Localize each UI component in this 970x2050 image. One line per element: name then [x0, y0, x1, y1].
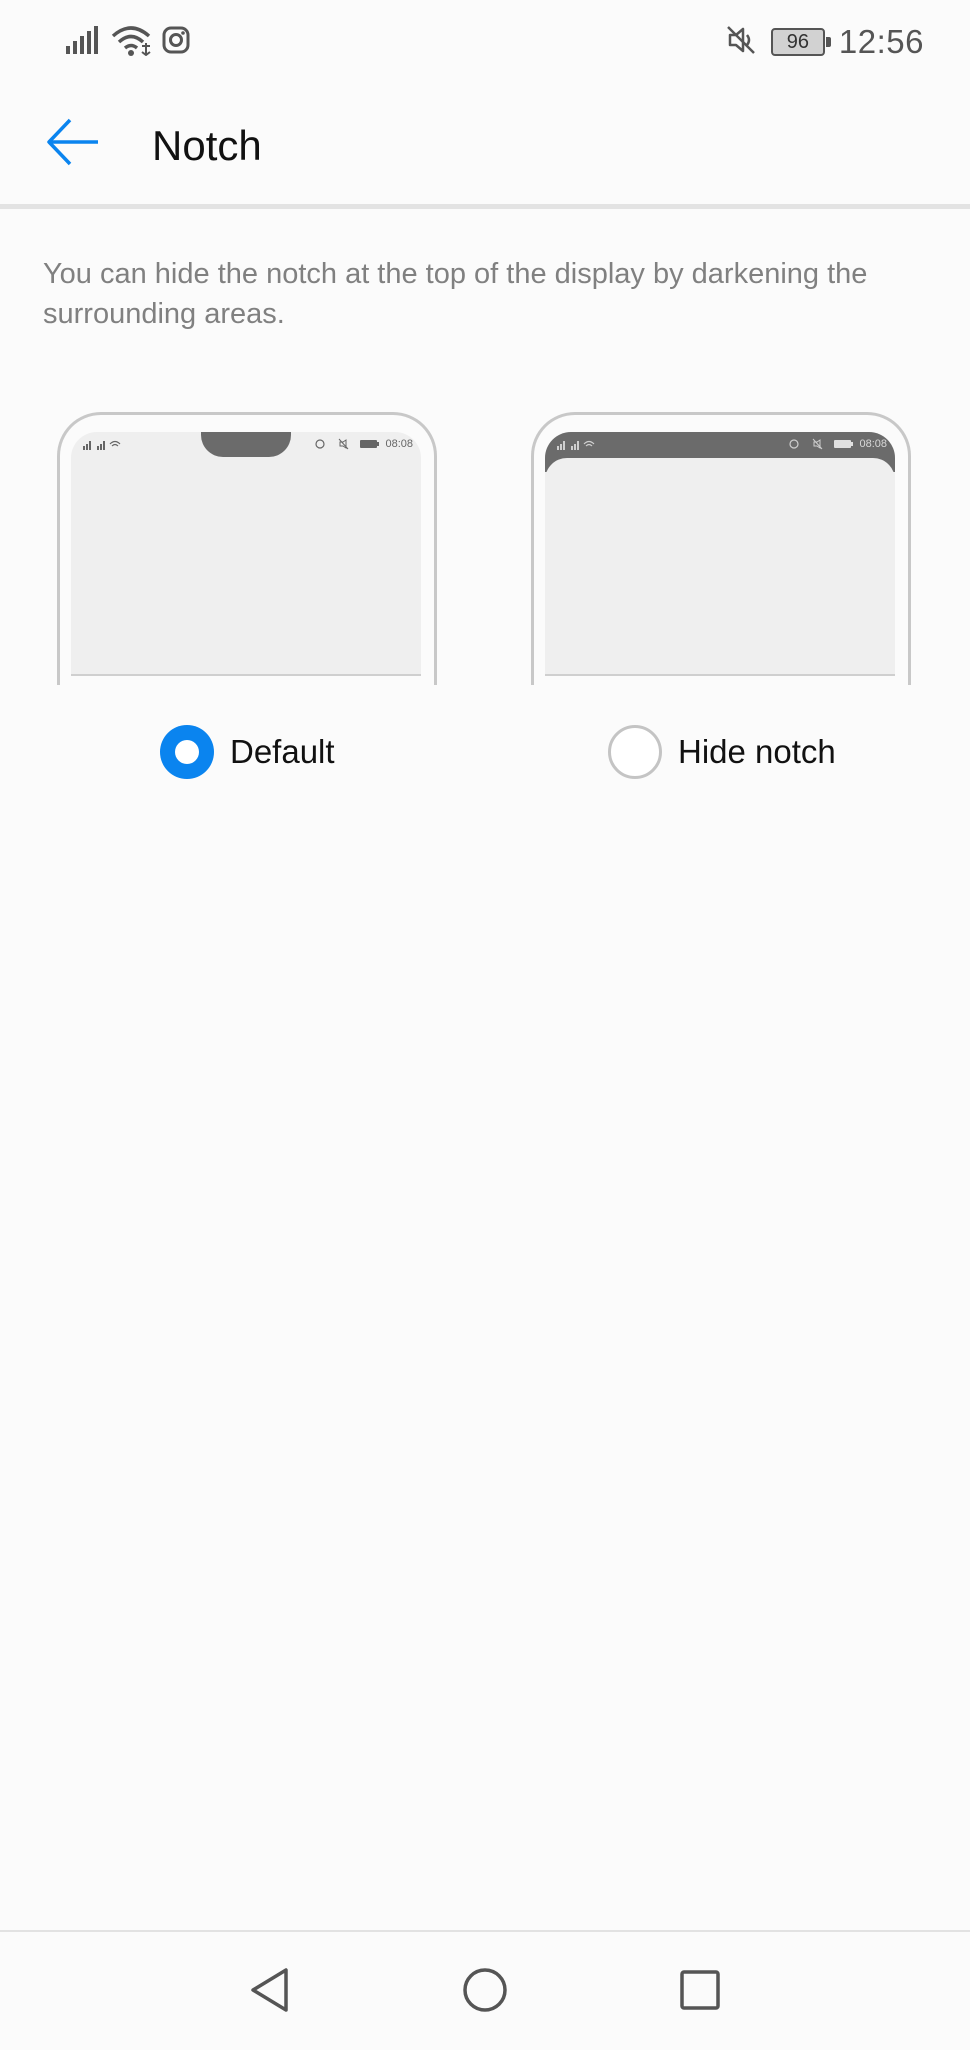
battery-icon: 96: [770, 28, 831, 56]
description-text: You can hide the notch at the top of the…: [43, 258, 868, 330]
mini-icons: [789, 438, 823, 450]
mini-time: 08:08: [859, 438, 887, 450]
mini-status-bar: 08:08: [71, 438, 421, 452]
option-hide-notch[interactable]: Hide notch: [608, 722, 836, 782]
preview-default[interactable]: 08:08: [57, 412, 437, 685]
mini-status-left: [553, 438, 595, 450]
mini-status-right: 08:08: [315, 438, 413, 450]
mini-status-left: [79, 438, 121, 450]
phone-screen: 08:08: [71, 432, 421, 675]
status-time: 12:56: [838, 23, 924, 60]
home-circle-icon: [461, 1966, 509, 2019]
inner-screen: [545, 458, 895, 675]
instagram-icon: [162, 26, 190, 59]
mini-status-bar: 08:08: [545, 438, 895, 452]
radio-default[interactable]: [160, 725, 214, 779]
back-button[interactable]: [36, 112, 112, 176]
back-triangle-icon: [248, 1966, 292, 2019]
option-default-label: Default: [230, 733, 335, 770]
signal-icon: [66, 25, 100, 59]
mini-signal-icon: [83, 440, 121, 450]
screen-bottom-edge: [71, 674, 421, 676]
phone-screen: 08:08: [545, 432, 895, 675]
option-hide-notch-label: Hide notch: [678, 733, 836, 770]
recents-square-icon: [678, 1968, 722, 2017]
mini-icons: [315, 438, 349, 450]
mini-battery-icon: [834, 440, 854, 448]
nav-recents-button[interactable]: [670, 1964, 730, 2020]
radio-hide-notch[interactable]: [608, 725, 662, 779]
mini-battery-icon: [360, 440, 380, 448]
mute-icon: [725, 24, 757, 61]
back-arrow-icon: [46, 116, 102, 173]
mini-signal-icon: [557, 440, 595, 450]
wifi-icon: [110, 24, 152, 61]
option-default[interactable]: Default: [160, 722, 335, 782]
nav-home-button[interactable]: [455, 1964, 515, 2020]
status-bar-right: 96 12:56: [725, 18, 924, 66]
status-bar-left: [66, 22, 190, 62]
mini-time: 08:08: [385, 438, 413, 450]
mini-status-right: 08:08: [789, 438, 887, 450]
nav-back-button[interactable]: [240, 1964, 300, 2020]
page-title: Notch: [152, 122, 262, 169]
app-bar: Notch: [0, 84, 970, 204]
preview-hide-notch[interactable]: 08:08: [531, 412, 911, 685]
screen-bottom-edge: [545, 674, 895, 676]
navigation-bar: [0, 1930, 970, 2050]
header-divider: [0, 204, 970, 209]
battery-level: 96: [786, 30, 810, 53]
status-bar: 96 12:56: [0, 0, 970, 84]
